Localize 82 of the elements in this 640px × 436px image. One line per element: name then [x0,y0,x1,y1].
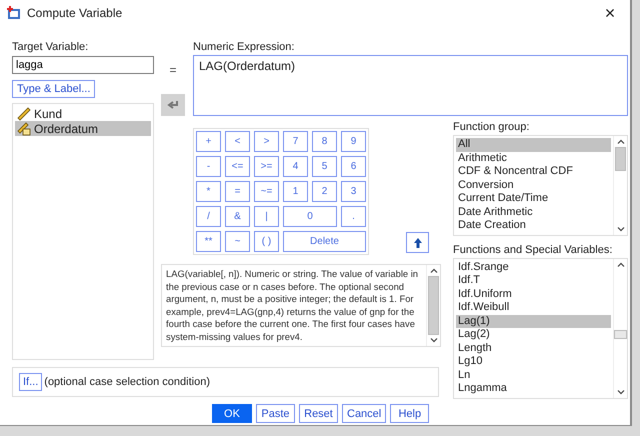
keypad-key[interactable]: 6 [341,156,366,177]
function-group-item[interactable]: Arithmetic [456,152,611,165]
function-group-item[interactable]: Current Date/Time [456,192,611,206]
function-item[interactable]: Lg10 [456,355,611,368]
scroll-up-icon[interactable] [616,262,624,266]
function-item[interactable]: Idf.T [456,274,611,288]
type-label-button[interactable]: Type & Label... [12,80,96,98]
function-item[interactable]: Lngamma [456,382,611,396]
function-item[interactable]: Length [456,342,611,355]
keypad-key[interactable]: . [341,206,366,227]
numeric-expression-label: Numeric Expression: [193,40,296,54]
move-arrow-button[interactable] [161,94,185,116]
function-item[interactable]: Ln [456,368,611,382]
keypad-key[interactable]: >= [254,156,279,177]
scrollbar[interactable] [426,265,440,346]
function-item[interactable]: Lag(2) [456,328,611,342]
keypad-key[interactable]: 4 [283,156,308,177]
window-title: Compute Variable [27,6,122,20]
keypad-key[interactable]: 2 [312,181,337,202]
equals-sign: = [169,63,176,77]
dialog-button[interactable]: OK [212,404,252,423]
scrollbar[interactable] [613,258,627,398]
insert-function-button[interactable] [406,232,429,253]
function-item[interactable]: Idf.Weibull [456,301,611,314]
keypad-key[interactable]: 1 [283,181,308,202]
keypad-key[interactable]: + [196,131,221,152]
keypad-key[interactable]: ~= [254,181,279,202]
keypad-key[interactable]: 9 [341,131,366,152]
if-button[interactable]: If... [19,373,42,391]
function-group-item[interactable]: CDF & Noncentral CDF [456,165,611,178]
variable-item[interactable]: Orderdatum [15,121,151,136]
scroll-thumb[interactable] [614,330,627,338]
variable-item[interactable]: Kund [15,106,151,121]
function-group-item[interactable]: All [456,138,611,152]
function-item[interactable]: Idf.Uniform [456,288,611,301]
keypad-key[interactable]: 3 [341,181,366,202]
scroll-down-icon[interactable] [616,390,624,394]
keypad-key[interactable]: 5 [312,156,337,177]
keypad-key[interactable]: 7 [283,131,308,152]
dialog-button[interactable]: Reset [299,404,338,423]
function-group-label: Function group: [453,120,530,134]
scroll-down-icon[interactable] [616,226,624,232]
target-variable-label: Target Variable: [12,40,90,54]
numeric-expression-field[interactable]: LAG(Orderdatum) [193,55,628,116]
function-item[interactable]: Lag(1) [456,314,611,328]
scroll-thumb[interactable] [615,147,626,171]
keypad-key[interactable]: ~ [225,231,250,252]
scroll-thumb[interactable] [428,276,439,335]
keypad-key[interactable]: ( ) [254,231,279,252]
function-group-item[interactable]: Conversion [456,178,611,192]
keypad-key[interactable]: Delete [283,231,366,252]
keypad-key[interactable]: <= [225,156,250,177]
dialog-button[interactable]: Cancel [342,404,386,423]
keypad-key[interactable]: 0 [283,206,337,227]
keypad-key[interactable]: - [196,156,221,177]
dialog-button[interactable]: Paste [256,404,295,423]
keypad-key[interactable]: > [254,131,279,152]
keypad-key[interactable]: < [225,131,250,152]
function-item[interactable]: Idf.Srange [456,260,611,274]
keypad-key[interactable]: ** [196,231,221,252]
return-arrow-icon [167,100,179,110]
keypad-key[interactable]: & [225,206,250,227]
keypad-key[interactable]: | [254,206,279,227]
scroll-down-icon[interactable] [430,338,438,343]
function-group-item[interactable]: Date Arithmetic [456,206,611,219]
function-group-item[interactable]: Date Creation [456,219,611,232]
ruler-calendar-icon [17,122,31,136]
keypad-key[interactable]: * [196,181,221,202]
target-variable-field[interactable]: lagga [12,56,154,74]
description-text: LAG(variable[, n]). Numeric or string. The value of variable in the previous case or n cases before. The optional second argument, n, must be a positive integer; the default is 1. For example, prev4=LAG(gnp,4) returns the value of gnp for the fourth case before the current one. The first four cases have system-missing values for prev4. [165,267,420,344]
scrollbar[interactable] [613,136,627,234]
close-button[interactable]: × [590,0,630,26]
up-arrow-icon [414,238,422,248]
condition-text: (optional case selection condition) [44,376,210,388]
keypad-key[interactable]: / [196,206,221,227]
keypad-key[interactable]: = [225,181,250,202]
dialog-button[interactable]: Help [390,404,430,423]
functions-label: Functions and Special Variables: [453,242,614,256]
calculator-icon [7,6,21,20]
scroll-up-icon[interactable] [430,268,438,273]
keypad-key[interactable]: 8 [312,131,337,152]
scroll-up-icon[interactable] [616,139,624,144]
